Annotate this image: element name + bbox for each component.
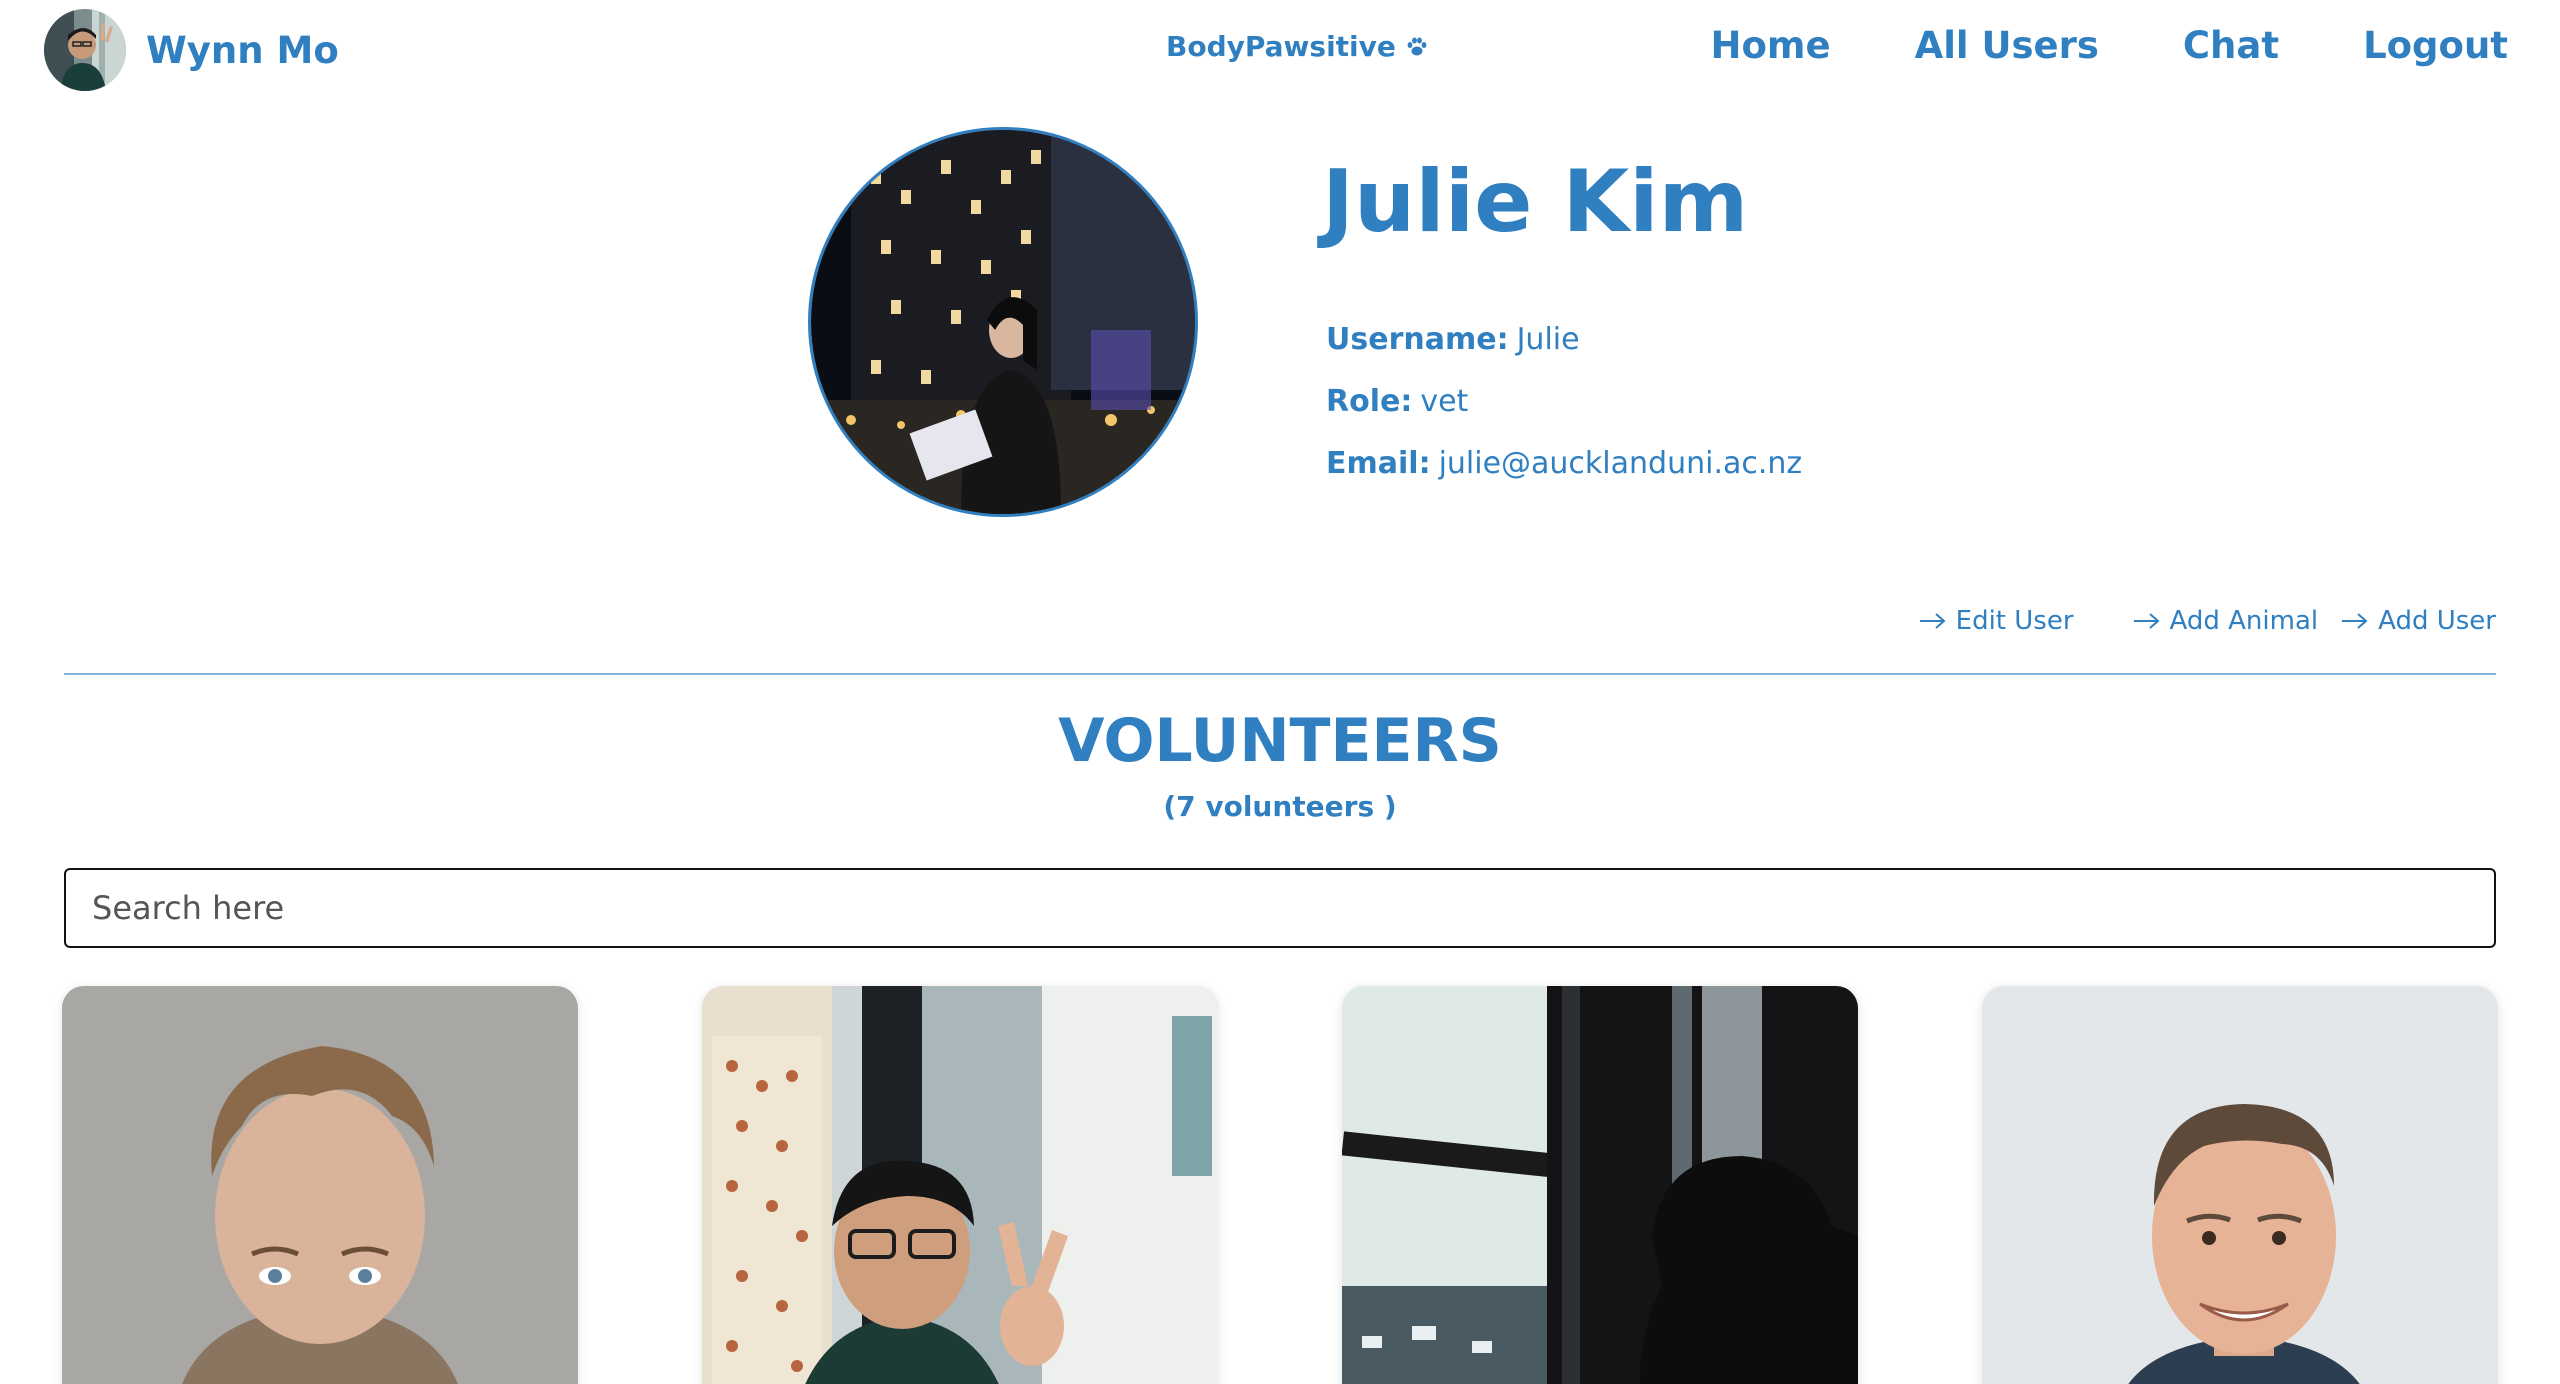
profile-actions: Edit User Add Animal Add User [1918,606,2496,636]
nav-links: Home All Users Chat Logout [1711,24,2508,67]
volunteer-card[interactable] [62,986,578,1384]
edit-user-label[interactable]: Edit User [1956,606,2074,636]
volunteer-photo [1982,986,2498,1384]
search-input[interactable] [64,868,2496,948]
nav-link-all-users[interactable]: All Users [1915,24,2099,67]
brand-name[interactable]: BodyPawsitive [1166,30,1396,63]
section-divider [64,673,2496,675]
brand-logo[interactable]: BodyPawsitive [1166,30,1428,63]
arrow-right-icon [2342,613,2368,629]
volunteer-card[interactable] [702,986,1218,1384]
role-label: Role: [1326,384,1413,419]
add-animal-button[interactable]: Add Animal [2132,606,2319,636]
top-navbar: Wynn Mo BodyPawsitive Home All Users Cha… [0,0,2560,100]
add-animal-label[interactable]: Add Animal [2170,606,2319,636]
username-row: Username: Julie [1326,322,1580,357]
nav-link-chat[interactable]: Chat [2183,24,2279,67]
current-user-name[interactable]: Wynn Mo [146,29,339,72]
add-user-label[interactable]: Add User [2378,606,2496,636]
volunteer-card[interactable] [1342,986,1858,1384]
avatar[interactable] [44,9,126,91]
username-label: Username: [1326,322,1509,357]
email-row: Email: julie@aucklanduni.ac.nz [1326,446,1802,481]
email-value: julie@aucklanduni.ac.nz [1438,446,1803,481]
volunteers-count: (7 volunteers ) [1163,790,1397,823]
profile-name: Julie Kim [1322,152,1749,252]
username-value: Julie [1516,322,1580,357]
volunteer-photo [62,986,578,1384]
nav-link-home[interactable]: Home [1711,24,1831,67]
nav-link-logout[interactable]: Logout [2363,24,2508,67]
volunteer-photo [1342,986,1858,1384]
email-label: Email: [1326,446,1431,481]
arrow-right-icon [2133,613,2160,629]
volunteer-cards [0,986,2560,1384]
arrow-right-icon [1919,613,1946,629]
profile-photo [808,127,1198,517]
current-user-link[interactable]: Wynn Mo [44,9,339,91]
paw-icon [1407,37,1427,55]
add-user-button[interactable]: Add User [2340,606,2496,636]
role-value: vet [1420,384,1469,419]
volunteers-title: VOLUNTEERS [1058,706,1502,776]
page: Wynn Mo BodyPawsitive Home All Users Cha… [0,0,2560,1384]
edit-user-button[interactable]: Edit User [1918,606,2074,636]
volunteer-card[interactable] [1982,986,2498,1384]
volunteer-photo [702,986,1218,1384]
role-row: Role: vet [1326,384,1468,419]
